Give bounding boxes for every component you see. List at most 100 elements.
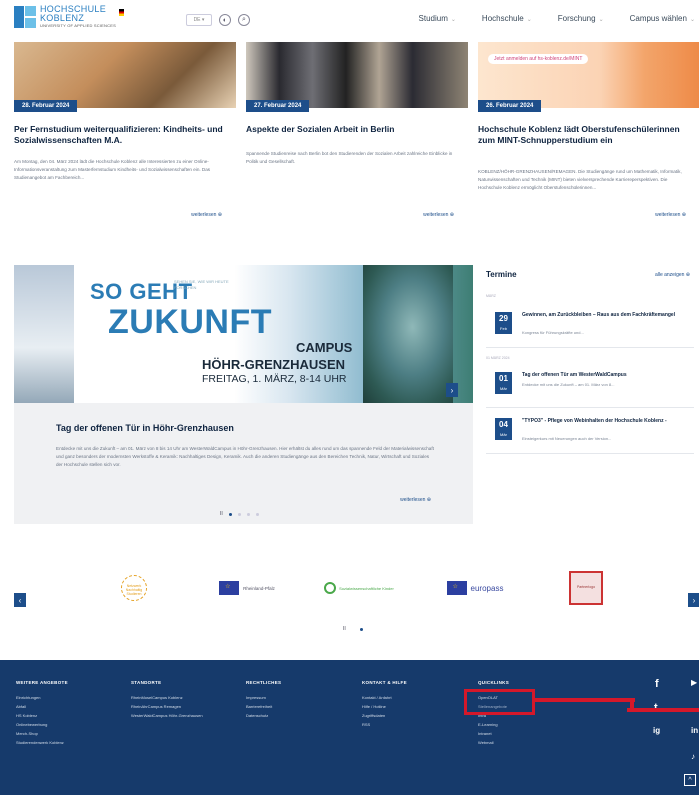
footer-link[interactable]: HS Koblenz	[16, 711, 68, 720]
footer-link[interactable]: Intranet	[478, 729, 509, 738]
read-more-link[interactable]: weiterlesen	[400, 497, 431, 503]
footer-link[interactable]: E-Learning	[478, 720, 509, 729]
event-item[interactable]: 01 Mär Tag der offenen Tür am WesterWaldC…	[486, 368, 694, 408]
partner-next-button[interactable]: ›	[688, 593, 699, 607]
event-date-badge: 01 Mär	[495, 372, 512, 394]
news-title[interactable]: Hochschule Koblenz lädt Oberstufenschüle…	[478, 124, 698, 146]
header-tools: DE ▾ ◐ ⌕	[186, 14, 250, 26]
main-nav: Studium ⌄ Hochschule ⌄ Forschung ⌄ Campus w…	[419, 14, 695, 23]
news-title[interactable]: Per Fernstudium weiterqualifizieren: Kin…	[14, 124, 234, 146]
news-card[interactable]: 27. Februar 2024 Aspekte der Sozialen Ar…	[246, 42, 468, 218]
news-text: Spannende Studienreise nach Berlin bot d…	[246, 151, 453, 164]
slider-dot[interactable]	[237, 512, 241, 516]
footer-link[interactable]: Barrierefreiheit	[246, 702, 281, 711]
read-more-link[interactable]: weiterlesen	[191, 212, 222, 218]
search-icon[interactable]: ⌕	[238, 14, 250, 26]
facebook-icon[interactable]: f	[655, 678, 659, 690]
event-title[interactable]: "TYPO3" - Pflege von Webinhalten der Hoc…	[522, 418, 690, 425]
highlight-box	[464, 689, 535, 715]
flag-icon	[118, 8, 124, 16]
news-card[interactable]: 28. Februar 2024 Per Fernstudium weiterq…	[14, 42, 236, 218]
tiktok-icon[interactable]: ♪	[691, 752, 695, 761]
footer-link[interactable]: WesterWaldCampus Höhr-Grenzhausen	[131, 711, 203, 720]
news-date: 28. Februar 2024	[14, 100, 78, 112]
logo-mark	[14, 6, 36, 28]
portrait-image	[363, 265, 453, 403]
footer-link[interactable]: Merch-Shop	[16, 729, 68, 738]
linkedin-icon[interactable]: in	[691, 726, 698, 735]
logo[interactable]: HOCHSCHULE KOBLENZ UNIVERSITY OF APPLIED…	[14, 5, 124, 29]
partner-logo[interactable]: Netzwerk Nachhaltig Studieren	[112, 571, 156, 605]
chevron-down-icon: ⌄	[598, 17, 604, 23]
instagram-icon[interactable]: ig	[653, 726, 660, 735]
nav-item-hochschule[interactable]: Hochschule ⌄	[482, 14, 532, 23]
banner-campus: CAMPUS	[296, 340, 353, 355]
footer-link[interactable]: RheinAhrCampus Remagen	[131, 702, 203, 711]
event-item[interactable]: 04 Mär "TYPO3" - Pflege von Webinhalten d…	[486, 414, 694, 454]
event-title[interactable]: Gewinnen, am Zurückbleiben – Raus aus de…	[522, 312, 690, 319]
pause-icon[interactable]: II	[220, 511, 223, 517]
footer-link[interactable]: RheinMoselCampus Koblenz	[131, 693, 203, 702]
read-more-link[interactable]: weiterlesen	[655, 212, 686, 218]
footer-link[interactable]: Zugriffsdaten	[362, 711, 407, 720]
news-date: 27. Februar 2024	[246, 100, 310, 112]
footer-col-rechtliches: RECHTLICHES Impressum Barrierefreiheit D…	[246, 680, 282, 720]
partner-carousel: ‹ Netzwerk Nachhaltig Studieren Rheinlan…	[0, 563, 699, 643]
news-card[interactable]: Jetzt anmelden auf hs-koblenz.de/MINT 26…	[478, 42, 699, 218]
event-desc: Kongress für Führungskräfte und...	[522, 330, 584, 335]
footer-link[interactable]: Impressum	[246, 693, 281, 702]
footer-link[interactable]: Webmail	[478, 738, 509, 747]
slider-next-button[interactable]: ›	[446, 383, 458, 397]
slider-pagination: II	[220, 511, 259, 517]
footer-link[interactable]: Studierendenwerk Koblenz	[16, 738, 68, 747]
partner-logo[interactable]: Rheinland-Pfalz	[212, 571, 282, 605]
highlight-arrow	[627, 708, 699, 712]
nav-item-forschung[interactable]: Forschung ⌄	[558, 14, 604, 23]
contrast-icon[interactable]: ◐	[219, 14, 231, 26]
news-text: KOBLENZ/HÖHR-GRENZHAUSEN/REMAGEN. Die St…	[478, 169, 682, 190]
nav-item-campus-waehlen[interactable]: Campus wählen ⌄	[630, 14, 695, 23]
footer-link[interactable]: Datenschutz	[246, 711, 281, 720]
slider-dot[interactable]	[359, 627, 363, 631]
youtube-icon[interactable]: ▶	[691, 678, 697, 687]
month-label: MÄRZ	[486, 294, 496, 298]
language-select[interactable]: DE ▾	[186, 14, 212, 26]
news-title[interactable]: Aspekte der Sozialen Arbeit in Berlin	[246, 124, 466, 135]
footer-link[interactable]: Onlinebewerbung	[16, 720, 68, 729]
footer-col-standorte: STANDORTE RheinMoselCampus Koblenz Rhein…	[131, 680, 203, 720]
news-image	[246, 42, 468, 108]
partner-prev-button[interactable]: ‹	[14, 593, 26, 607]
footer-link[interactable]: Abfall	[16, 702, 68, 711]
footer-link[interactable]: Einrichtungen	[16, 693, 68, 702]
slider-banner[interactable]: SO GEHT SEHEN SIE, WIE WIR HEUTE FORSCHE…	[14, 265, 473, 403]
slider-dot[interactable]	[228, 512, 232, 516]
slider-dot[interactable]	[255, 512, 259, 516]
partner-logo[interactable]: europass	[440, 571, 510, 605]
read-more-link[interactable]: weiterlesen	[423, 212, 454, 218]
footer-link[interactable]: Kontakt / Anfahrt	[362, 693, 407, 702]
footer-link[interactable]: RSS	[362, 720, 407, 729]
banner-place: HÖHR-GRENZHAUSEN	[202, 357, 345, 372]
event-item[interactable]: 29 Feb Gewinnen, am Zurückbleiben – Raus …	[486, 308, 694, 348]
back-to-top-button[interactable]: ^	[684, 774, 696, 786]
news-date: 26. Februar 2024	[478, 100, 542, 112]
pause-icon[interactable]: II	[343, 626, 346, 632]
slider-dot[interactable]	[246, 512, 250, 516]
events-panel: Termine alle anzeigen MÄRZ 29Feb Gewinne…	[486, 270, 694, 454]
event-date-badge: 29 Feb	[495, 312, 512, 334]
footer-link[interactable]: Hilfe / Hotline	[362, 702, 407, 711]
footer-col-weitere: WEITERE ANGEBOTE Einrichtungen Abfall HS…	[16, 680, 68, 747]
slide-title[interactable]: Tag der offenen Tür in Höhr-Grenzhausen	[56, 423, 234, 433]
event-title[interactable]: Tag der offenen Tür am WesterWaldCampus	[522, 372, 690, 379]
banner-tagline: SEHEN SIE, WIE WIR HEUTE FORSCHEN	[174, 279, 229, 290]
nav-item-studium[interactable]: Studium ⌄	[419, 14, 456, 23]
news-banner: Jetzt anmelden auf hs-koblenz.de/MINT	[488, 54, 589, 64]
highlight-arrow	[535, 698, 635, 702]
chevron-down-icon: ⌄	[689, 17, 695, 23]
site-footer: WEITERE ANGEBOTE Einrichtungen Abfall HS…	[0, 660, 699, 795]
partner-logo[interactable]: Sozialwissenschaftliche Kinder	[324, 571, 394, 605]
news-image	[14, 42, 236, 108]
show-all-link[interactable]: alle anzeigen	[655, 272, 690, 278]
banner-headline-2: ZUKUNFT	[108, 303, 273, 341]
partner-logo[interactable]: Partnerlogo	[567, 571, 605, 605]
